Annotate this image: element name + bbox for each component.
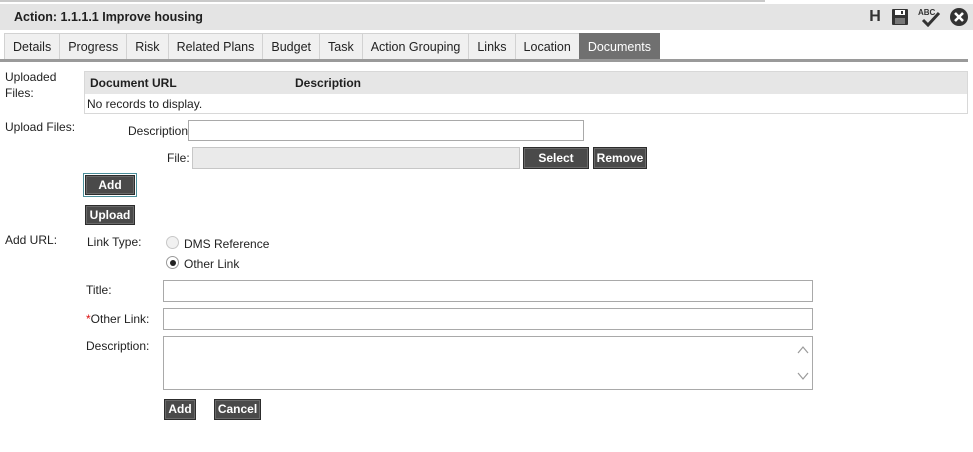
window-toolbar: H ABC	[867, 7, 969, 27]
add-url-button[interactable]: Add	[164, 399, 196, 420]
history-button[interactable]: H	[867, 7, 883, 27]
textarea-scrollbar[interactable]	[796, 341, 810, 385]
radio-dms-reference[interactable]	[166, 236, 179, 249]
cancel-url-button[interactable]: Cancel	[214, 399, 261, 420]
window-title: Action: 1.1.1.1 Improve housing	[14, 10, 203, 24]
title-input[interactable]	[163, 280, 813, 302]
radio-other-link[interactable]	[166, 256, 179, 269]
tab-bar: Details Progress Risk Related Plans Budg…	[4, 33, 661, 59]
url-description-label: Description:	[86, 339, 150, 353]
link-type-label: Link Type:	[87, 235, 142, 249]
uploaded-files-grid: Document URL Description No records to d…	[84, 71, 968, 114]
upload-button[interactable]: Upload	[85, 205, 135, 225]
column-description[interactable]: Description	[295, 76, 361, 90]
tab-budget[interactable]: Budget	[262, 33, 321, 59]
tab-progress[interactable]: Progress	[59, 33, 128, 59]
add-file-button[interactable]: Add	[83, 173, 137, 197]
select-file-button[interactable]: Select	[523, 147, 589, 169]
tab-details[interactable]: Details	[4, 33, 61, 59]
column-document-url[interactable]: Document URL	[85, 76, 295, 90]
tab-task[interactable]: Task	[319, 33, 363, 59]
other-link-option-label: Other Link	[184, 257, 240, 271]
grid-header: Document URL Description	[85, 72, 967, 94]
tab-risk[interactable]: Risk	[126, 33, 169, 59]
tab-documents[interactable]: Documents	[578, 33, 661, 59]
add-url-label: Add URL:	[5, 233, 58, 247]
other-link-label: *Other Link:	[86, 312, 149, 326]
tab-related-plans[interactable]: Related Plans	[167, 33, 264, 59]
close-icon[interactable]	[949, 7, 969, 27]
upload-files-label: Upload Files:	[5, 120, 76, 134]
grid-empty-message: No records to display.	[87, 97, 203, 111]
radio-selected-dot	[169, 259, 176, 266]
tab-links[interactable]: Links	[468, 33, 516, 59]
tab-underline	[0, 59, 968, 62]
scroll-up-icon	[797, 346, 809, 354]
other-link-input[interactable]	[163, 308, 813, 330]
file-label: File:	[167, 151, 190, 165]
dms-reference-label: DMS Reference	[184, 237, 270, 251]
remove-file-button[interactable]: Remove	[593, 147, 647, 169]
top-divider	[0, 0, 765, 2]
tab-location[interactable]: Location	[514, 33, 580, 59]
file-path-field[interactable]	[192, 147, 520, 169]
url-description-textarea[interactable]	[163, 336, 813, 390]
scroll-down-icon	[797, 372, 809, 380]
save-icon[interactable]	[891, 7, 909, 27]
uploaded-files-label: Uploaded Files:	[5, 70, 57, 100]
other-link-label-text: Other Link:	[90, 312, 150, 326]
title-label: Title:	[86, 283, 112, 297]
upload-description-label: Description:	[128, 124, 192, 138]
spellcheck-icon[interactable]: ABC	[917, 7, 941, 27]
upload-description-input[interactable]	[188, 120, 584, 141]
svg-text:ABC: ABC	[918, 8, 936, 17]
window-titlebar: Action: 1.1.1.1 Improve housing H ABC	[0, 4, 973, 30]
tab-action-grouping[interactable]: Action Grouping	[361, 33, 470, 59]
